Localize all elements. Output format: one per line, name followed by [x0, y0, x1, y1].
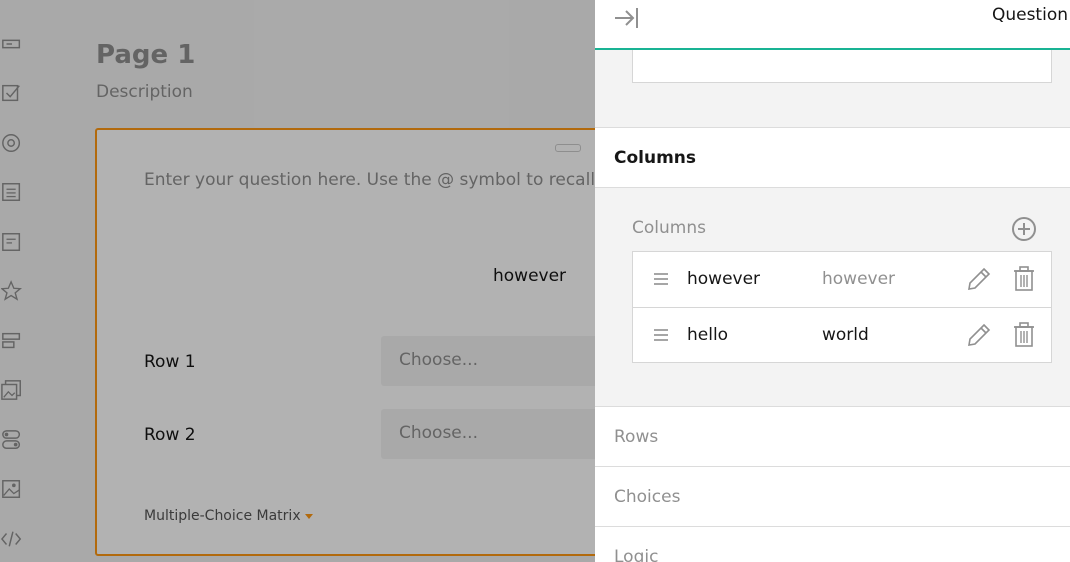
collapse-panel-icon[interactable]	[613, 4, 641, 32]
add-column-icon[interactable]	[1010, 215, 1038, 243]
section-header-logic[interactable]: Logic	[595, 527, 1070, 562]
section-header-columns[interactable]: Columns	[595, 128, 1070, 187]
column-value[interactable]: hello	[687, 325, 728, 345]
list-item[interactable]: however however	[633, 252, 1051, 306]
section-header-rows[interactable]: Rows	[595, 407, 1070, 466]
columns-item-list: however however hello world	[632, 251, 1052, 363]
modal-overlay[interactable]	[0, 0, 595, 562]
property-panel: Question Columns Columns however however	[595, 0, 1070, 562]
section-title: Rows	[614, 427, 659, 447]
column-value[interactable]: however	[687, 269, 760, 289]
section-header-choices[interactable]: Choices	[595, 467, 1070, 526]
pencil-icon[interactable]	[966, 322, 992, 348]
columns-property-label: Columns	[632, 218, 706, 238]
divider	[595, 187, 1070, 188]
trash-icon[interactable]	[1012, 265, 1036, 293]
panel-title: Question	[991, 5, 1068, 25]
column-text[interactable]: world	[822, 325, 869, 345]
section-title: Columns	[614, 148, 697, 168]
column-text[interactable]: however	[822, 269, 895, 289]
property-text-input[interactable]	[632, 50, 1052, 83]
drag-grip-icon[interactable]	[653, 327, 669, 341]
section-title: Logic	[614, 547, 659, 562]
pencil-icon[interactable]	[966, 266, 992, 292]
trash-icon[interactable]	[1012, 321, 1036, 349]
panel-header: Question	[595, 0, 1070, 50]
drag-grip-icon[interactable]	[653, 271, 669, 285]
list-item[interactable]: hello world	[633, 307, 1051, 362]
section-title: Choices	[614, 487, 681, 507]
